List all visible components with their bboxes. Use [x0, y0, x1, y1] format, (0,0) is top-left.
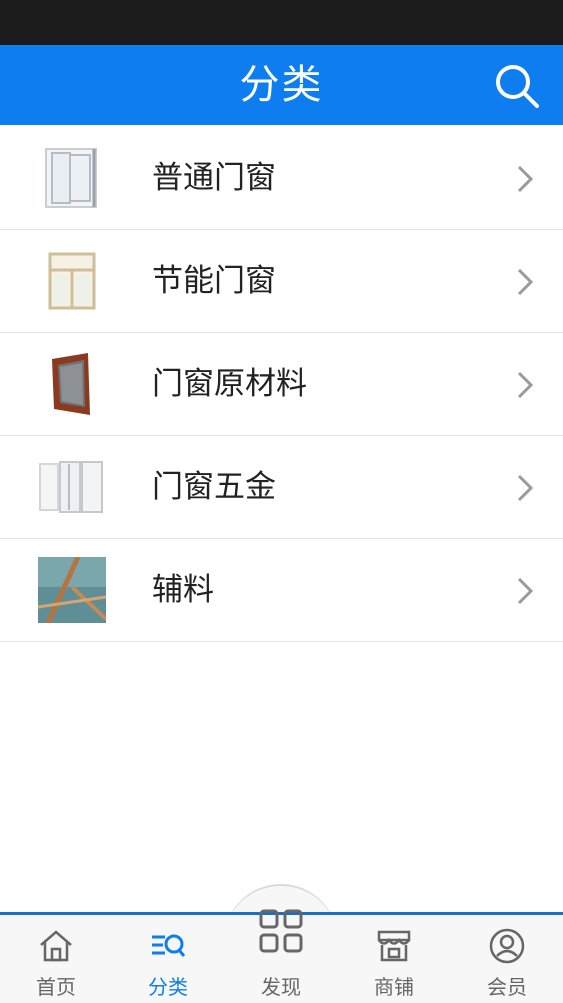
grid-icon: [259, 909, 303, 953]
tab-label: 分类: [148, 975, 188, 999]
app-header: 分类: [0, 45, 563, 125]
home-icon: [40, 930, 72, 962]
shop-icon: [377, 930, 411, 962]
search-icon[interactable]: [493, 62, 541, 110]
chevron-right-icon: [517, 268, 534, 296]
category-item-accessories[interactable]: 辅料: [0, 539, 563, 642]
window-frame-profile-image: [52, 353, 90, 415]
tab-home[interactable]: 首页: [0, 915, 112, 1003]
energy-saving-window-image: [48, 252, 96, 310]
tab-label: 发现: [261, 975, 301, 999]
category-list: 普通门窗 节能门窗 门窗原材料 门窗五金 辅料: [0, 127, 563, 642]
window-accessories-image: [38, 557, 106, 623]
category-label: 辅料: [152, 572, 214, 608]
bottom-tab-bar: 首页 分类 发现 商铺 会员: [0, 909, 563, 1003]
chevron-right-icon: [517, 474, 534, 502]
category-label: 节能门窗: [152, 263, 276, 299]
chevron-right-icon: [517, 371, 534, 399]
category-item-regular-windows[interactable]: 普通门窗: [0, 127, 563, 230]
category-icon: [152, 934, 186, 957]
tab-label: 首页: [36, 975, 76, 999]
page-title: 分类: [239, 62, 324, 108]
tab-discover[interactable]: 发现: [225, 909, 337, 1003]
user-icon: [489, 928, 525, 964]
chevron-right-icon: [517, 165, 534, 193]
category-item-energy-saving-windows[interactable]: 节能门窗: [0, 230, 563, 333]
tab-category[interactable]: 分类: [112, 915, 224, 1003]
category-label: 门窗五金: [152, 469, 276, 505]
category-item-window-materials[interactable]: 门窗原材料: [0, 333, 563, 436]
tab-shop[interactable]: 商铺: [338, 915, 450, 1003]
tab-label: 商铺: [374, 975, 414, 999]
tab-label: 会员: [487, 975, 527, 999]
status-bar: [0, 0, 563, 45]
window-panels-image: [39, 461, 103, 513]
category-label: 门窗原材料: [152, 366, 307, 402]
sliding-window-image: [45, 148, 97, 208]
category-label: 普通门窗: [152, 160, 276, 196]
tab-member[interactable]: 会员: [451, 915, 563, 1003]
category-item-window-hardware[interactable]: 门窗五金: [0, 436, 563, 539]
chevron-right-icon: [517, 577, 534, 605]
